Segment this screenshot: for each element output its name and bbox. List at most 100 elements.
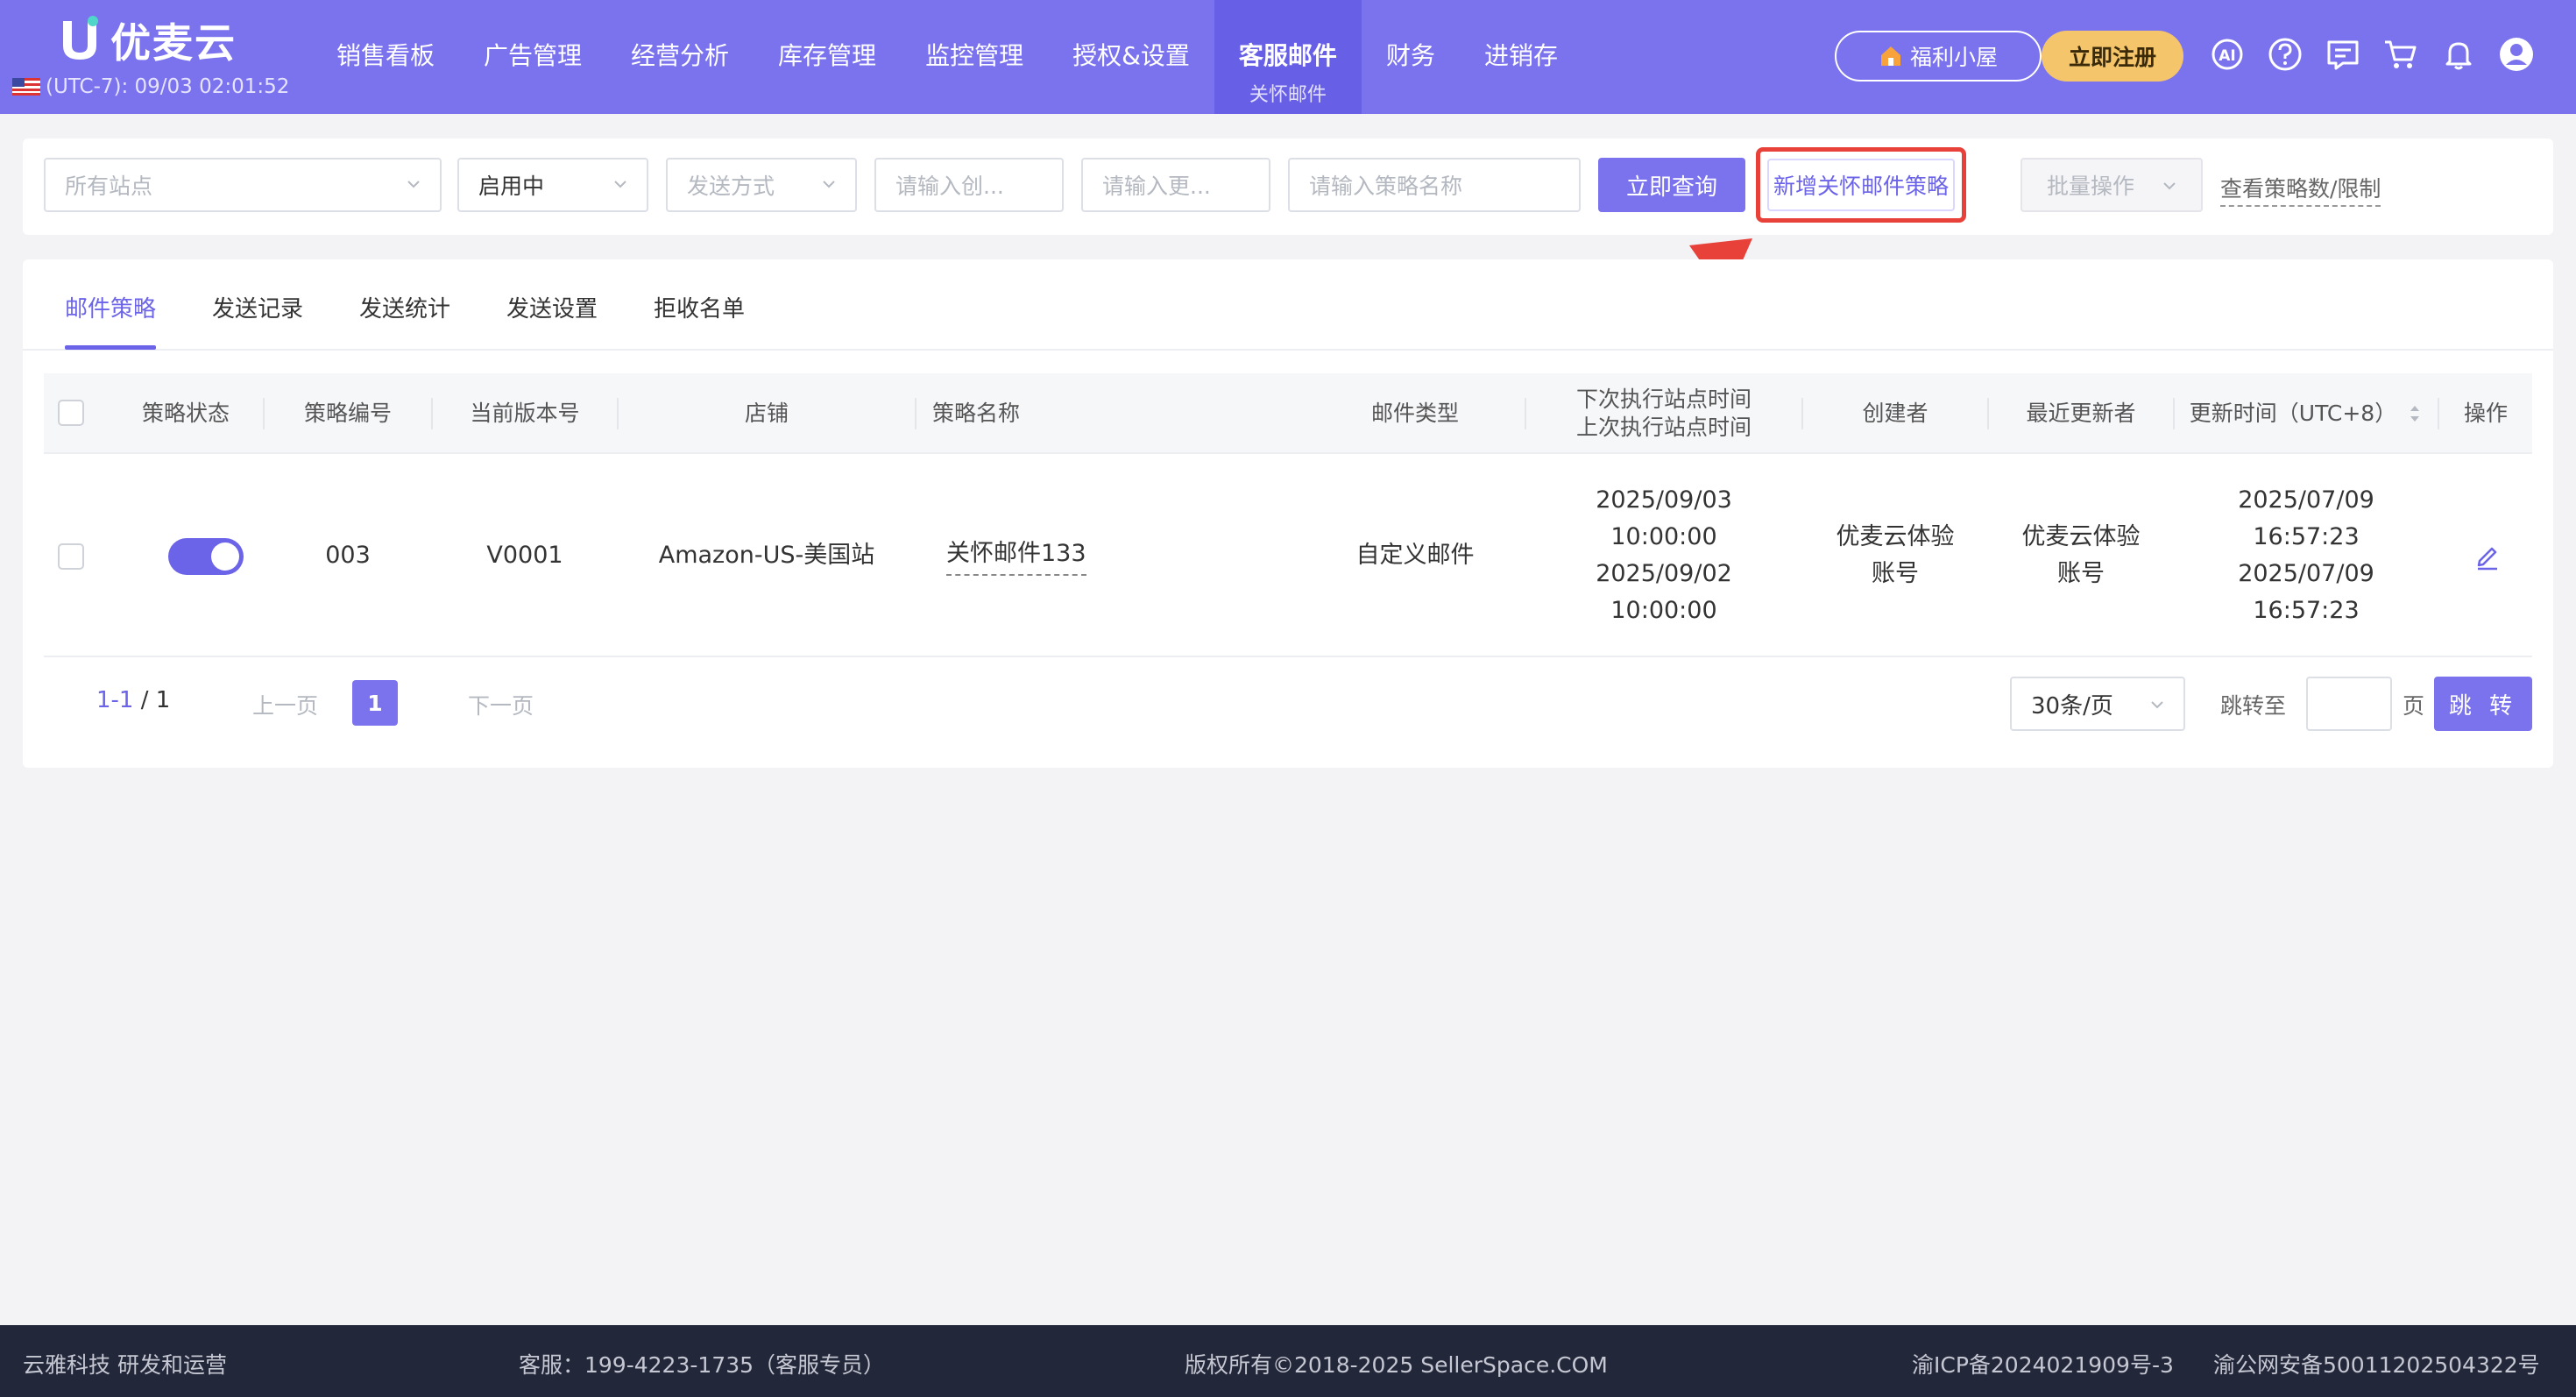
footer-icp-link[interactable]: 渝ICP备2024021909号-3	[1912, 1348, 2174, 1379]
table-row: 003 V0001 Amazon-US-美国站 关怀邮件133 自定义邮件 20…	[44, 454, 2532, 657]
send-method-select[interactable]: 发送方式	[666, 158, 857, 212]
cell-creator: 优麦云体验 账号	[1803, 454, 1987, 657]
top-icon-group: AI	[2208, 35, 2536, 74]
new-care-email-strategy-button[interactable]: 新增关怀邮件策略	[1767, 159, 1955, 211]
col-email-type: 邮件类型	[1370, 401, 1459, 426]
footer-service-phone: 客服：199-4223-1735（客服专员）	[519, 1352, 886, 1378]
user-avatar-icon[interactable]	[2497, 35, 2536, 74]
menu-label: 广告管理	[484, 41, 583, 70]
main-menu: 销售看板 广告管理 经营分析 库存管理 监控管理 授权&设置 客服邮件 关怀邮件…	[312, 0, 1582, 114]
tab-send-settings[interactable]: 发送设置	[506, 291, 598, 323]
send-method-placeholder: 发送方式	[687, 174, 775, 199]
chevron-down-icon	[2151, 701, 2163, 709]
welfare-house-button[interactable]: 福利小屋	[1835, 31, 2042, 82]
menu-item-analysis[interactable]: 经营分析	[606, 0, 754, 114]
row-checkbox[interactable]	[58, 543, 84, 570]
creator-line-1: 优麦云体验	[1836, 523, 1955, 550]
jump-button[interactable]: 跳 转	[2434, 677, 2532, 731]
tab-send-statistics[interactable]: 发送统计	[359, 291, 450, 323]
cell-email-type: 自定义邮件	[1355, 542, 1475, 569]
menu-label: 销售看板	[336, 41, 435, 70]
menu-item-auth-settings[interactable]: 授权&设置	[1048, 0, 1214, 114]
pagination-summary: 1-1 / 1	[96, 687, 170, 713]
menu-label: 财务	[1385, 41, 1435, 70]
col-creator: 创建者	[1862, 401, 1928, 426]
status-select[interactable]: 启用中	[457, 158, 648, 212]
menu-item-sales-board[interactable]: 销售看板	[312, 0, 459, 114]
col-status: 策略状态	[141, 401, 230, 426]
ai-icon[interactable]: AI	[2208, 35, 2247, 74]
menu-label: 授权&设置	[1072, 41, 1190, 70]
tab-send-records[interactable]: 发送记录	[212, 291, 303, 323]
edit-icon[interactable]	[2473, 542, 2502, 571]
cell-update-time: 2025/07/09 16:57:23 2025/07/09 16:57:23	[2175, 454, 2438, 657]
footer-police-record-link[interactable]: 渝公网安备50011202504322号	[2213, 1348, 2540, 1379]
strategy-name-input[interactable]: 请输入策略名称	[1288, 158, 1581, 212]
jump-to-label: 跳转至	[2220, 693, 2287, 719]
col-action: 操作	[2463, 401, 2508, 426]
update-date-1: 2025/07/09	[2238, 486, 2374, 514]
tab-bar: 邮件策略 发送记录 发送统计 发送设置 拒收名单	[23, 259, 2553, 351]
menu-label: 经营分析	[631, 41, 730, 70]
updater-input-placeholder: 请输入更...	[1102, 174, 1211, 199]
update-clock-2: 16:57:23	[2253, 597, 2360, 624]
creator-line-2: 账号	[1872, 560, 1919, 587]
strategy-name-placeholder: 请输入策略名称	[1309, 174, 1463, 199]
highlight-box: 新增关怀邮件策略	[1756, 147, 1966, 223]
creator-input-placeholder: 请输入创...	[895, 174, 1004, 199]
page-size-value: 30条/页	[2031, 692, 2113, 720]
strategy-status-toggle[interactable]	[168, 538, 244, 575]
active-tab-indicator	[65, 345, 156, 350]
creator-input[interactable]: 请输入创...	[874, 158, 1064, 212]
jump-page-input[interactable]	[2306, 677, 2392, 731]
cell-strategy-name[interactable]: 关怀邮件133	[946, 454, 1174, 657]
tab-email-strategy[interactable]: 邮件策略	[65, 291, 156, 323]
view-strategy-limit-link[interactable]: 查看策略数/限制	[2220, 172, 2381, 207]
status-select-value: 启用中	[478, 174, 545, 199]
strategy-name-link[interactable]: 关怀邮件133	[946, 535, 1086, 576]
page-unit-label: 页	[2403, 693, 2425, 719]
updater-input[interactable]: 请输入更...	[1081, 158, 1270, 212]
page-1-button[interactable]: 1	[352, 680, 398, 726]
menu-label: 进销存	[1483, 41, 1558, 70]
menu-item-ads[interactable]: 广告管理	[459, 0, 606, 114]
filter-bar: 所有站点 启用中 发送方式 请输入创... 请输入更... 请输入策略名称 立即…	[23, 138, 2553, 235]
col-next-time: 下次执行站点时间	[1575, 386, 1752, 412]
prev-page-button[interactable]: 上一页	[252, 689, 318, 720]
menu-item-service-email[interactable]: 客服邮件 关怀邮件	[1214, 0, 1362, 114]
next-page-button[interactable]: 下一页	[468, 689, 534, 720]
top-navigation-bar: 优麦云 (UTC-7): 09/03 02:01:52 销售看板 广告管理 经营…	[0, 0, 2576, 114]
batch-operation-dropdown[interactable]: 批量操作	[2020, 158, 2203, 212]
update-clock-1: 16:57:23	[2253, 523, 2360, 550]
col-id: 策略编号	[303, 401, 392, 426]
col-name: 策略名称	[932, 401, 1021, 426]
help-icon[interactable]	[2266, 35, 2304, 74]
batch-operation-label: 批量操作	[2047, 174, 2135, 199]
col-updater: 最近更新者	[2026, 401, 2136, 426]
menu-item-monitoring[interactable]: 监控管理	[901, 0, 1048, 114]
select-all-checkbox[interactable]	[58, 400, 84, 426]
menu-label: 客服邮件	[1238, 41, 1337, 70]
sort-icon[interactable]	[2407, 402, 2423, 425]
message-icon[interactable]	[2324, 35, 2362, 74]
tab-reject-list[interactable]: 拒收名单	[654, 291, 745, 323]
col-update-time[interactable]: 更新时间（UTC+8）	[2175, 373, 2438, 454]
strategy-list-card: 邮件策略 发送记录 发送统计 发送设置 拒收名单 策略状态 策略编号 当前版本号…	[23, 259, 2553, 768]
brand-logo[interactable]: 优麦云	[58, 14, 237, 67]
update-date-2: 2025/07/09	[2238, 560, 2374, 587]
menu-item-inventory[interactable]: 库存管理	[754, 0, 901, 114]
chevron-down-icon	[823, 181, 835, 188]
menu-item-purchase-sales-stock[interactable]: 进销存	[1460, 0, 1582, 114]
updater-line-1: 优麦云体验	[2021, 523, 2141, 550]
col-version: 当前版本号	[470, 401, 580, 426]
bell-icon[interactable]	[2439, 35, 2478, 74]
site-select[interactable]: 所有站点	[44, 158, 442, 212]
brand-name: 优麦云	[110, 19, 237, 67]
cell-updater: 优麦云体验 账号	[1989, 454, 2173, 657]
col-store: 店铺	[744, 401, 789, 426]
menu-item-finance[interactable]: 财务	[1362, 0, 1460, 114]
query-button[interactable]: 立即查询	[1598, 158, 1745, 212]
cart-icon[interactable]	[2381, 35, 2420, 74]
page-size-select[interactable]: 30条/页	[2010, 677, 2185, 731]
register-button[interactable]: 立即注册	[2042, 31, 2183, 82]
